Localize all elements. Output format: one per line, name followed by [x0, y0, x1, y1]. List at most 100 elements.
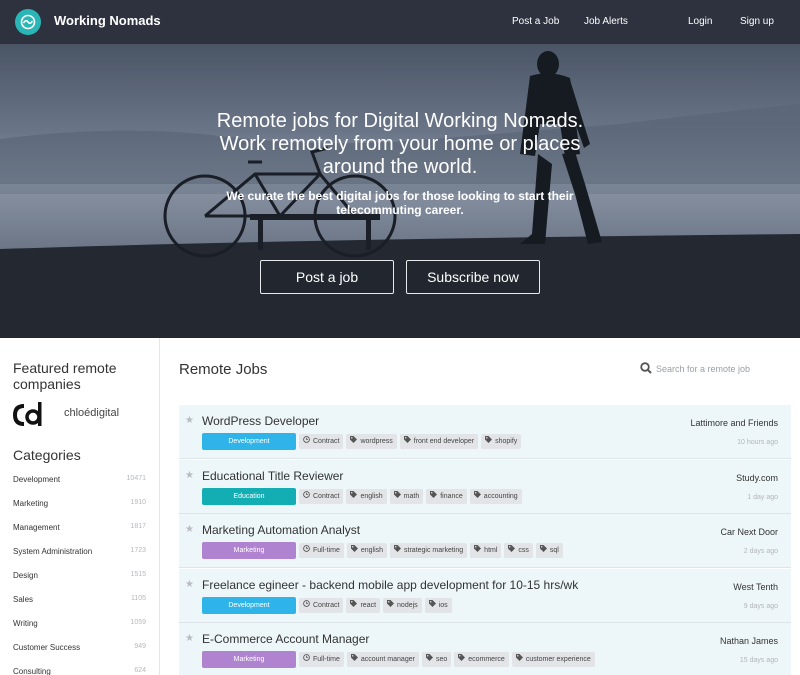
- star-icon[interactable]: ★: [185, 579, 194, 590]
- category-name: Writing: [13, 619, 38, 628]
- job-company[interactable]: West Tenth: [733, 582, 778, 592]
- job-title[interactable]: Marketing Automation Analyst: [202, 523, 360, 537]
- skill-tag-label: accounting: [483, 492, 518, 500]
- skill-tag-label: customer experience: [525, 656, 591, 663]
- skill-tag[interactable]: html: [470, 543, 502, 558]
- star-icon[interactable]: ★: [185, 415, 194, 426]
- skill-tag[interactable]: accounting: [469, 488, 522, 504]
- clock-icon: [303, 489, 310, 504]
- tag-icon: [430, 489, 438, 504]
- nav-job-alerts[interactable]: Job Alerts: [584, 16, 628, 27]
- tag-icon: [403, 434, 411, 449]
- job-category-badge[interactable]: Development: [202, 433, 296, 450]
- tag-icon: [539, 543, 547, 558]
- category-item[interactable]: Consulting 624: [13, 667, 146, 675]
- category-count: 949: [134, 643, 146, 650]
- job-company[interactable]: Study.com: [736, 473, 778, 483]
- category-item[interactable]: Customer Success 949: [13, 643, 146, 652]
- category-item[interactable]: Writing 1059: [13, 619, 146, 628]
- job-category-badge[interactable]: Marketing: [202, 542, 296, 559]
- skill-tag[interactable]: react: [346, 597, 381, 613]
- job-row[interactable]: ★ Educational Title Reviewer Study.com 1 da…: [179, 459, 791, 514]
- featured-company-name[interactable]: chloédigital: [64, 407, 119, 419]
- subscribe-button[interactable]: Subscribe now: [406, 260, 540, 294]
- job-type-tag[interactable]: Full-time: [299, 543, 344, 558]
- job-type-tag[interactable]: Contract: [299, 434, 344, 449]
- skill-tag[interactable]: account manager: [346, 652, 419, 667]
- job-type-tag[interactable]: Contract: [299, 597, 344, 613]
- skill-tag[interactable]: ecommerce: [454, 652, 509, 667]
- job-age: 9 days ago: [743, 602, 778, 610]
- skill-tag[interactable]: english: [346, 488, 387, 504]
- skill-tag[interactable]: finance: [426, 488, 467, 504]
- job-row[interactable]: ★ E-Commerce Account Manager Nathan James 1…: [179, 623, 791, 675]
- job-category-badge[interactable]: Education: [202, 487, 296, 505]
- tag-icon: [393, 489, 401, 504]
- job-company[interactable]: Nathan James: [720, 636, 778, 646]
- chloedigital-logo[interactable]: [13, 400, 45, 428]
- logo-icon[interactable]: [15, 9, 41, 35]
- skill-tag[interactable]: nodejs: [383, 597, 422, 613]
- job-type-tag[interactable]: Contract: [299, 488, 344, 504]
- category-item[interactable]: Development 10471: [13, 475, 146, 484]
- hero-subtitle: We curate the best digital jobs for thos…: [220, 189, 580, 217]
- job-type-tag[interactable]: Full-time: [299, 652, 344, 667]
- job-category-badge[interactable]: Marketing: [202, 651, 296, 668]
- skill-tag[interactable]: seo: [421, 652, 452, 667]
- category-item[interactable]: Marketing 1910: [13, 499, 146, 508]
- job-category-badge[interactable]: Development: [202, 596, 296, 614]
- job-row[interactable]: ★ Marketing Automation Analyst Car Next Do…: [179, 514, 791, 568]
- job-type-label: Contract: [313, 601, 340, 609]
- job-title[interactable]: WordPress Developer: [202, 414, 319, 428]
- job-title[interactable]: E-Commerce Account Manager: [202, 632, 369, 646]
- job-title[interactable]: Freelance egineer - backend mobile app d…: [202, 578, 578, 592]
- skill-tag[interactable]: ios: [424, 597, 452, 613]
- category-item[interactable]: Sales 1105: [13, 595, 146, 604]
- job-tags: Contract react nodejs ios: [299, 597, 452, 613]
- skill-tag[interactable]: strategic marketing: [390, 543, 468, 558]
- job-title[interactable]: Educational Title Reviewer: [202, 469, 343, 483]
- post-job-button[interactable]: Post a job: [260, 260, 394, 294]
- skill-tag-label: account manager: [360, 656, 415, 663]
- sidebar: Featured remote companies chloédigital C…: [0, 338, 160, 675]
- skill-tag-label: finance: [440, 492, 463, 500]
- hero-title-line: around the world.: [322, 156, 478, 178]
- skill-tag[interactable]: css: [504, 543, 533, 558]
- skill-tag[interactable]: customer experience: [511, 652, 595, 667]
- job-tags: Full-time english strategic marketing html c…: [299, 543, 563, 558]
- job-row[interactable]: ★ Freelance egineer - backend mobile app …: [179, 568, 791, 623]
- category-name: Design: [13, 571, 38, 580]
- search-input[interactable]: [656, 361, 792, 376]
- skill-tag-label: shopify: [495, 438, 518, 445]
- category-name: System Administration: [13, 547, 93, 556]
- nav-post-job[interactable]: Post a Job: [512, 16, 559, 27]
- job-type-label: Full-time: [313, 656, 340, 663]
- brand-name[interactable]: Working Nomads: [54, 13, 161, 28]
- job-row[interactable]: ★ WordPress Developer Lattimore and Friend…: [179, 405, 791, 459]
- skill-tag[interactable]: wordpress: [346, 434, 397, 449]
- page-title: Remote Jobs: [179, 361, 268, 378]
- search-icon[interactable]: [640, 362, 652, 374]
- star-icon[interactable]: ★: [185, 524, 194, 535]
- skill-tag-label: english: [360, 547, 384, 554]
- category-item[interactable]: System Administration 1723: [13, 547, 146, 556]
- skill-tag[interactable]: front end developer: [399, 434, 479, 449]
- category-item[interactable]: Design 1515: [13, 571, 146, 580]
- skill-tag[interactable]: math: [389, 488, 424, 504]
- skill-tag[interactable]: shopify: [481, 434, 522, 449]
- star-icon[interactable]: ★: [185, 633, 194, 644]
- job-company[interactable]: Lattimore and Friends: [690, 418, 778, 428]
- skill-tag-label: ecommerce: [468, 656, 505, 663]
- job-type-label: Contract: [313, 492, 340, 500]
- category-item[interactable]: Management 1817: [13, 523, 146, 532]
- tag-icon: [428, 598, 436, 613]
- nav-login[interactable]: Login: [688, 16, 712, 27]
- skill-tag[interactable]: english: [346, 543, 388, 558]
- skill-tag-label: react: [360, 601, 377, 609]
- hero-subtitle-line: telecommuting career.: [336, 203, 464, 217]
- skill-tag-label: html: [484, 547, 498, 554]
- nav-signup[interactable]: Sign up: [740, 16, 774, 27]
- star-icon[interactable]: ★: [185, 470, 194, 481]
- skill-tag[interactable]: sql: [535, 543, 563, 558]
- job-company[interactable]: Car Next Door: [720, 527, 778, 537]
